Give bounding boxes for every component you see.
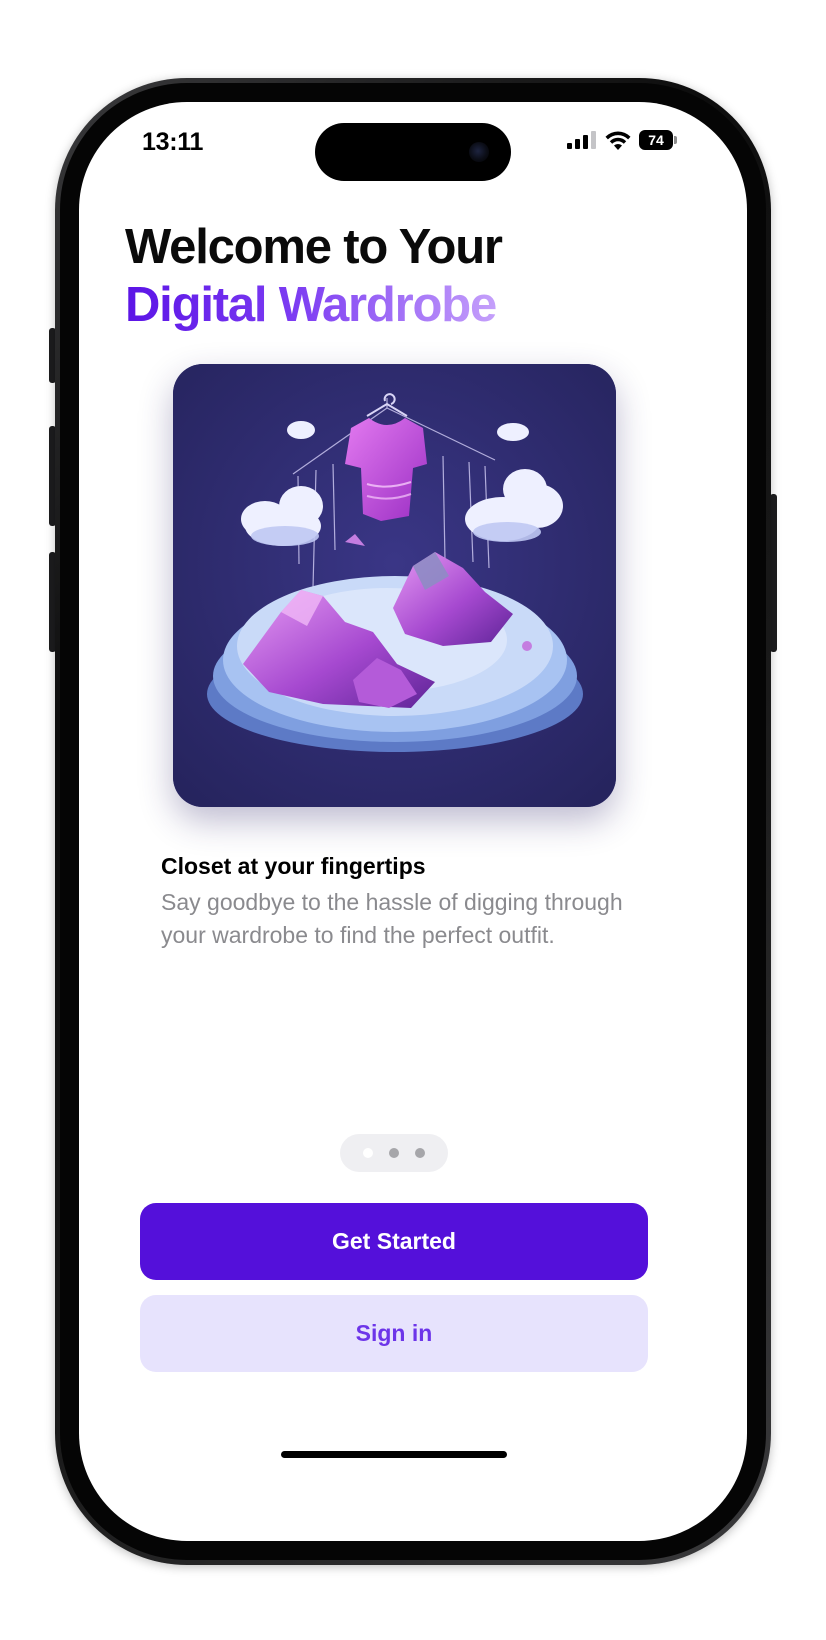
wifi-icon — [605, 131, 631, 150]
feature-description: Say goodbye to the hassle of digging thr… — [161, 889, 623, 948]
dynamic-island — [315, 123, 511, 181]
home-indicator[interactable] — [281, 1451, 507, 1458]
status-icons: 74 — [567, 126, 677, 154]
battery-icon: 74 — [639, 130, 677, 150]
feature-title: Closet at your fingertips — [161, 853, 426, 879]
cellular-signal-icon — [567, 131, 596, 149]
title-line-2: Digital Wardrobe — [125, 276, 502, 334]
page-dot-3[interactable] — [415, 1148, 425, 1158]
title-line-1: Welcome to Your — [125, 220, 503, 274]
power-button — [770, 494, 777, 652]
front-camera-icon — [469, 142, 489, 162]
page-dot-2[interactable] — [389, 1148, 399, 1158]
floating-island-illustration — [173, 364, 616, 807]
page-title: Welcome to Your Digital Wardrobe — [125, 218, 503, 334]
status-time: 13:11 — [142, 128, 204, 156]
page-dot-1[interactable] — [363, 1148, 373, 1158]
get-started-button[interactable]: Get Started — [140, 1203, 648, 1280]
phone-screen: 13:11 74 Welcome to Your Digital Wardrob… — [79, 102, 747, 1541]
hero-illustration — [173, 364, 616, 807]
sign-in-button[interactable]: Sign in — [140, 1295, 648, 1372]
page-indicator[interactable] — [340, 1134, 448, 1172]
